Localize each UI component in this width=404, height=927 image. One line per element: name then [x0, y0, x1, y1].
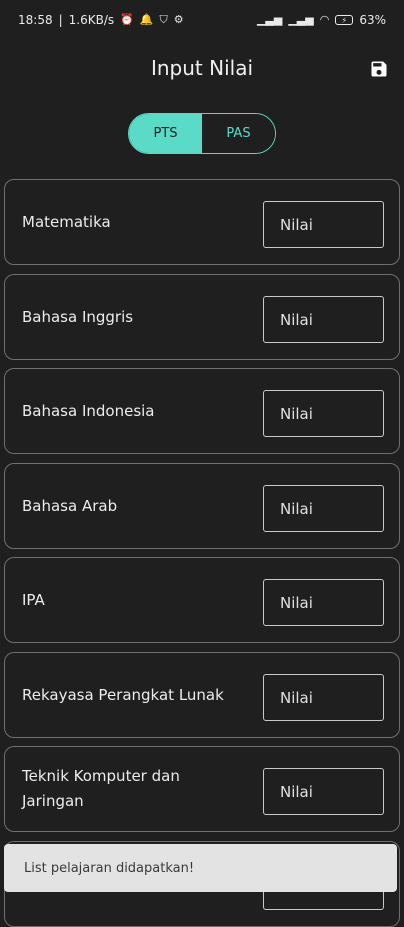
nilai-input[interactable] [263, 390, 384, 437]
list-item: Matematika [4, 179, 400, 265]
list-item: Rekayasa Perangkat Lunak [4, 652, 400, 738]
nilai-input[interactable] [263, 201, 384, 248]
nilai-input[interactable] [263, 768, 384, 815]
wifi-icon: ◠ [319, 13, 330, 26]
status-time: 18:58 [18, 13, 53, 27]
tab-pas[interactable]: PAS [202, 114, 275, 153]
subject-name: Teknik Komputer dan Jaringan [22, 767, 180, 810]
status-right: ▁▃▅ ▁▃▅ ◠ ⚡ 63% [257, 13, 386, 27]
nilai-input[interactable] [263, 674, 384, 721]
save-button[interactable] [368, 58, 390, 80]
app-bar: Input Nilai [0, 44, 404, 96]
page-title: Input Nilai [150, 56, 254, 80]
settings-gear-icon: ⚙ [173, 13, 184, 26]
nilai-input[interactable] [263, 296, 384, 343]
signal-1-icon: ▁▃▅ [256, 13, 283, 26]
subject-name: Bahasa Inggris [22, 307, 134, 326]
list-item: Bahasa Arab [4, 463, 400, 549]
list-item: Bahasa Indonesia [4, 368, 400, 454]
notification-bell-icon: 🔔 [139, 13, 154, 26]
list-item: IPA [4, 557, 400, 643]
subject-name: Rekayasa Perangkat Lunak [22, 685, 224, 704]
status-speed: 1.6KB/s [68, 13, 115, 27]
status-left: 18:58 | 1.6KB/s ⏰ 🔔 ⛉ ⚙ [18, 13, 184, 27]
shield-icon: ⛉ [159, 13, 168, 26]
subject-name: Matematika [22, 212, 111, 231]
subject-name: Bahasa Indonesia [22, 401, 155, 420]
battery-level: 63% [359, 13, 386, 27]
tab-pts[interactable]: PTS [129, 114, 202, 153]
save-icon [371, 61, 387, 77]
subject-name: IPA [22, 590, 45, 609]
subject-name: Bahasa Arab [22, 496, 118, 515]
alarm-icon: ⏰ [120, 13, 134, 26]
list-item: Bahasa Inggris [4, 274, 400, 360]
nilai-input[interactable] [263, 485, 384, 532]
exam-type-toggle: PTS PAS [128, 113, 276, 154]
toast-message: List pelajaran didapatkan! [4, 844, 397, 892]
status-divider: | [58, 13, 63, 27]
status-bar: 18:58 | 1.6KB/s ⏰ 🔔 ⛉ ⚙ ▁▃▅ ▁▃▅ ◠ ⚡ 63% [0, 0, 404, 40]
list-item: Teknik Komputer dan Jaringan [4, 746, 400, 832]
signal-2-icon: ▁▃▅ [288, 13, 314, 26]
battery-icon: ⚡ [335, 15, 354, 25]
nilai-input[interactable] [263, 579, 384, 626]
